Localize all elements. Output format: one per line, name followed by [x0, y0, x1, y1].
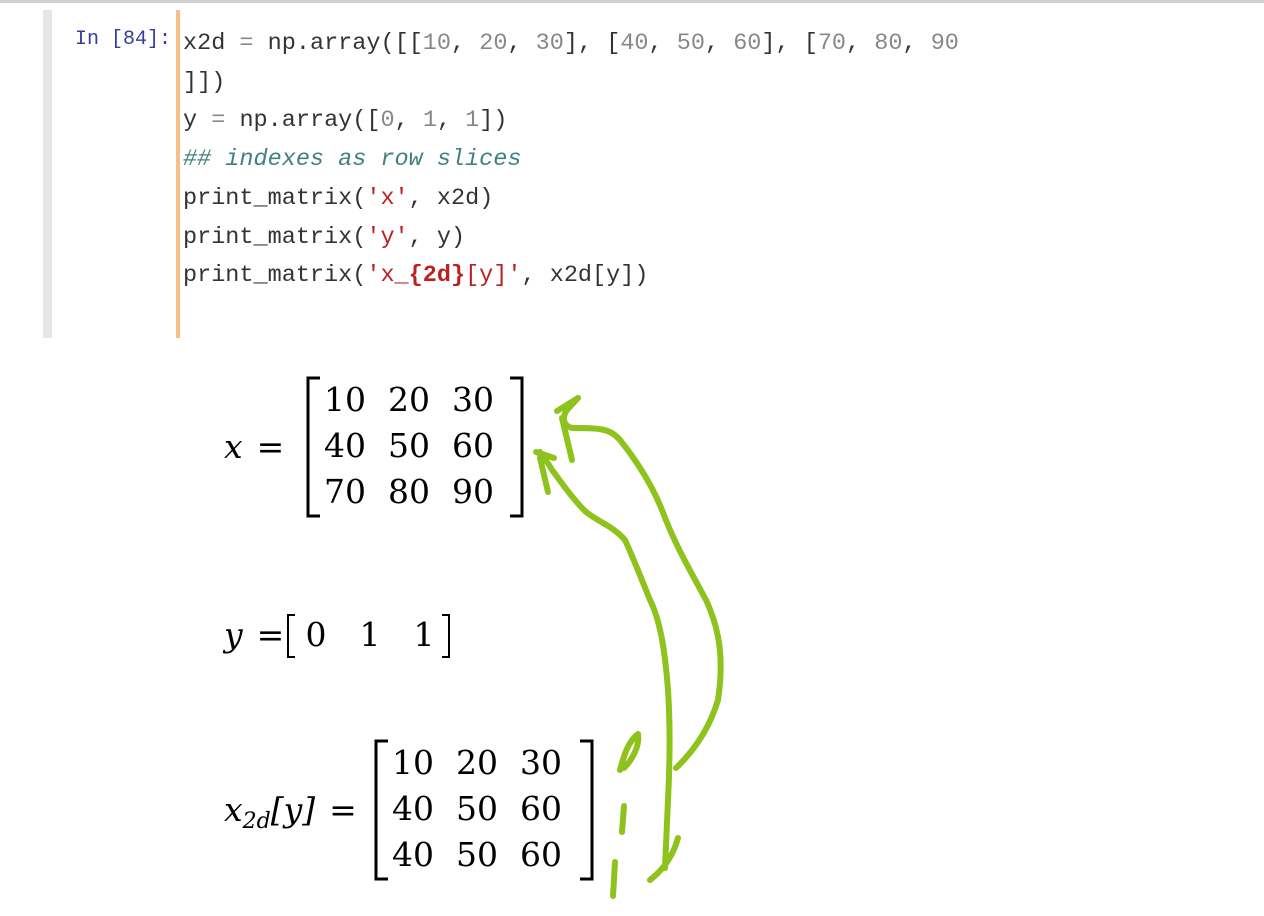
tick-mark-row2 — [619, 803, 627, 835]
tick-mark-row3 — [610, 859, 618, 899]
tick-mark-row1 — [617, 731, 642, 773]
green-annotation-arrows — [533, 395, 724, 899]
arrow-row2-to-x-row2 — [537, 449, 673, 871]
